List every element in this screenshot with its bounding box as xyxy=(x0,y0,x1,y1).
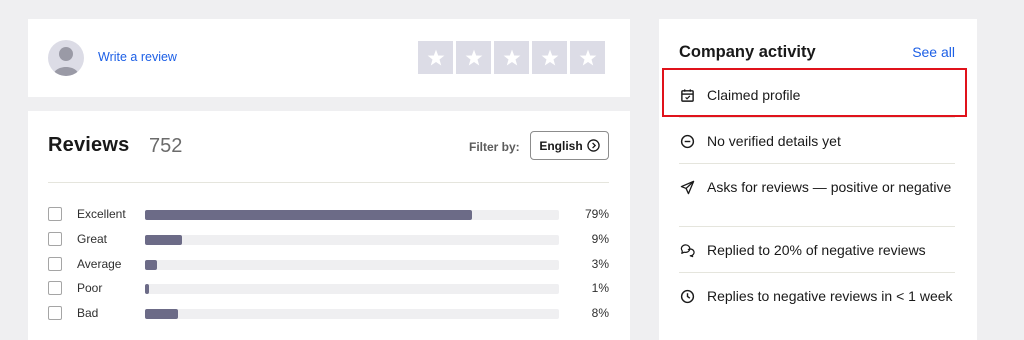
rating-bar xyxy=(145,260,559,270)
activity-text: No verified details yet xyxy=(707,133,841,149)
highlight-box xyxy=(662,68,967,117)
star-icon xyxy=(579,49,596,65)
checkbox[interactable] xyxy=(48,306,62,320)
rating-label: Great xyxy=(77,232,108,246)
rating-percent: 8% xyxy=(591,306,609,320)
divider xyxy=(679,226,955,227)
see-all-link[interactable]: See all xyxy=(912,44,955,60)
rating-bar xyxy=(145,309,559,319)
checkbox[interactable] xyxy=(48,281,62,295)
star-icon xyxy=(503,49,520,65)
chat-bubbles-icon xyxy=(679,242,695,259)
rating-percent: 3% xyxy=(591,257,609,271)
rating-bar-fill xyxy=(145,284,150,294)
language-filter-button[interactable]: English xyxy=(530,131,609,160)
rating-label: Bad xyxy=(77,306,99,320)
rating-bar-fill xyxy=(145,235,183,245)
rating-label: Excellent xyxy=(77,207,126,221)
rating-row-bad[interactable]: Bad 8% xyxy=(48,303,609,321)
rating-label: Poor xyxy=(77,281,103,295)
activity-text: Asks for reviews — positive or negative xyxy=(707,179,952,195)
reviews-title: Reviews xyxy=(48,134,130,156)
activity-item-replied: Replied to 20% of negative reviews xyxy=(679,242,955,259)
rating-bar xyxy=(145,210,559,220)
rating-label: Average xyxy=(77,257,122,271)
rating-bar-fill xyxy=(145,260,158,270)
rating-bar xyxy=(145,235,559,245)
reviews-card: Reviews 752 Filter by: English Excellent… xyxy=(28,111,630,340)
divider xyxy=(48,182,609,183)
filter-label: Filter by: xyxy=(469,140,520,154)
filter-value: English xyxy=(539,138,583,153)
write-review-link[interactable]: Write a review xyxy=(98,50,177,64)
chevron-circle-icon xyxy=(586,139,600,152)
rating-percent: 1% xyxy=(591,281,609,295)
rating-percent: 9% xyxy=(591,232,609,246)
star-2-button[interactable] xyxy=(456,41,491,74)
rating-row-great[interactable]: Great 9% xyxy=(48,229,609,247)
rating-bar-fill xyxy=(145,210,473,220)
activity-item-verified: No verified details yet xyxy=(679,133,955,150)
activity-title: Company activity xyxy=(679,43,816,61)
star-5-button[interactable] xyxy=(570,41,605,74)
rating-percent: 79% xyxy=(584,207,609,221)
star-4-button[interactable] xyxy=(532,41,567,74)
divider xyxy=(679,272,955,273)
rating-row-excellent[interactable]: Excellent 79% xyxy=(48,204,609,222)
activity-item-reply-time: Replies to negative reviews in < 1 week xyxy=(679,288,955,305)
activity-item-asks-reviews: Asks for reviews — positive or negative xyxy=(679,179,955,196)
divider xyxy=(679,163,955,164)
rating-row-poor[interactable]: Poor 1% xyxy=(48,278,609,296)
clock-icon xyxy=(679,288,695,305)
rating-bar xyxy=(145,284,559,294)
rating-row-average[interactable]: Average 3% xyxy=(48,254,609,272)
star-3-button[interactable] xyxy=(494,41,529,74)
activity-text: Replies to negative reviews in < 1 week xyxy=(707,288,953,304)
checkbox[interactable] xyxy=(48,207,62,221)
paper-plane-icon xyxy=(679,179,695,196)
avatar xyxy=(48,40,84,76)
star-icon xyxy=(541,49,558,65)
star-rating-input[interactable] xyxy=(418,41,605,74)
reviews-count: 752 xyxy=(149,135,183,157)
star-icon xyxy=(427,49,444,65)
checkbox[interactable] xyxy=(48,257,62,271)
activity-text: Replied to 20% of negative reviews xyxy=(707,242,926,258)
minus-circle-icon xyxy=(679,133,695,150)
rating-bar-fill xyxy=(145,309,179,319)
write-review-card: Write a review xyxy=(28,19,630,97)
star-icon xyxy=(465,49,482,65)
star-1-button[interactable] xyxy=(418,41,453,74)
divider xyxy=(679,117,955,118)
checkbox[interactable] xyxy=(48,232,62,246)
